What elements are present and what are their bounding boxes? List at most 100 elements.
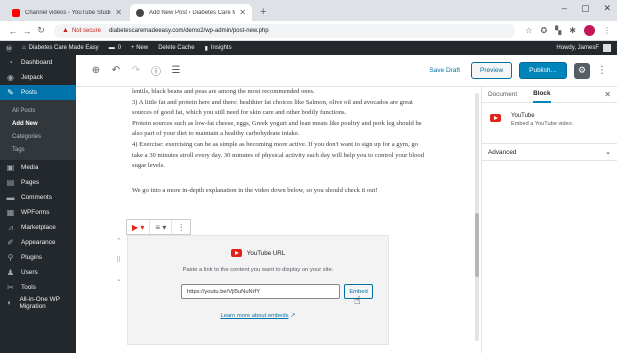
new-tab-button[interactable]: + — [254, 6, 272, 21]
sidebar-item-plugins[interactable]: ⚲ Plugins — [0, 250, 76, 265]
posts-icon: ✎ — [7, 88, 14, 97]
embed-title-label: YouTube URL — [246, 249, 286, 257]
sidebar-item-tools[interactable]: ✂ Tools — [0, 280, 76, 295]
site-name-link[interactable]: ⌂ Diabetes Care Made Easy — [22, 45, 99, 51]
undo-icon[interactable]: ↶ — [108, 63, 124, 79]
howdy-label: Howdy, JamesF — [556, 45, 599, 51]
sidebar-item-label: Users — [21, 269, 38, 276]
scrollbar-thumb[interactable] — [475, 213, 479, 277]
preview-button[interactable]: Preview — [471, 62, 513, 79]
new-content-link[interactable]: + New — [131, 45, 148, 51]
posts-submenu: All Posts Add New Categories Tags — [0, 100, 76, 160]
paragraph-block[interactable]: lentils, black beans and peas are among … — [132, 87, 428, 98]
wp-logo-icon[interactable]: Ⓦ — [6, 44, 12, 53]
extension-icon[interactable]: ✪ — [540, 26, 547, 35]
submenu-add-new[interactable]: Add New — [0, 117, 76, 130]
wp-admin-bar: Ⓦ ⌂ Diabetes Care Made Easy ▬ 0 + New De… — [0, 41, 617, 55]
comments-link[interactable]: ▬ 0 — [109, 45, 121, 51]
maximize-button[interactable]: ▢ — [581, 3, 590, 14]
comments-count: 0 — [117, 45, 122, 51]
close-window-button[interactable]: ✕ — [603, 3, 611, 14]
drag-handle-icon[interactable]: ⠿ — [116, 256, 122, 264]
paragraph-block[interactable]: We go into a more in-depth explanation i… — [132, 186, 428, 197]
editor-scrollbar[interactable] — [475, 93, 479, 341]
block-navigation-icon[interactable]: ☰ — [168, 63, 184, 79]
bar-chart-icon: ▮ — [204, 45, 208, 52]
sidebar-item-pages[interactable]: ▤ Pages — [0, 175, 76, 190]
marketplace-icon: ⩘ — [8, 222, 13, 232]
settings-gear-icon[interactable]: ⚙ — [574, 62, 590, 79]
browser-tab-youtube-studio[interactable]: Channel videos - YouTube Studio ✕ — [6, 4, 128, 21]
pages-icon: ▤ — [6, 178, 15, 187]
insights-link[interactable]: ▮ Insights — [205, 45, 232, 52]
more-options-icon[interactable]: ⋮ — [597, 65, 607, 76]
submenu-tags[interactable]: Tags — [0, 143, 76, 156]
extension-icon[interactable]: ▚ — [555, 26, 561, 35]
site-name: Diabetes Care Made Easy — [28, 45, 99, 51]
sidebar-item-label: Media — [21, 164, 39, 171]
close-icon[interactable]: ✕ — [604, 90, 611, 99]
redo-icon[interactable]: ↷ — [128, 63, 144, 79]
back-arrow-icon[interactable]: ← — [6, 26, 20, 36]
sidebar-item-users[interactable]: ♟ Users — [0, 265, 76, 280]
save-draft-button[interactable]: Save Draft — [429, 67, 460, 74]
sidebar-item-jetpack[interactable]: ◉ Jetpack — [0, 70, 76, 85]
window-controls: – ▢ ✕ — [562, 3, 611, 14]
block-mover: ⌃ ⠿ ⌄ — [116, 237, 122, 283]
sidebar-item-migration[interactable]: ◐ All-in-One WP Migration — [0, 295, 76, 310]
bookmark-star-icon[interactable]: ☆ — [525, 26, 532, 35]
sidebar-item-appearance[interactable]: ✐ Appearance — [0, 235, 76, 250]
forward-arrow-icon[interactable]: → — [20, 26, 34, 36]
sidebar-item-posts[interactable]: ✎ Posts — [0, 85, 76, 100]
sidebar-item-label: Pages — [21, 179, 40, 186]
chrome-menu-icon[interactable]: ⋮ — [603, 26, 611, 35]
move-up-icon[interactable]: ⌃ — [116, 237, 122, 245]
tab-block[interactable]: Block — [533, 87, 551, 103]
minimize-button[interactable]: – — [562, 3, 567, 14]
submenu-categories[interactable]: Categories — [0, 130, 76, 143]
close-tab-icon[interactable]: ✕ — [239, 8, 246, 17]
submenu-all-posts[interactable]: All Posts — [0, 104, 76, 117]
add-block-icon[interactable]: ⊕ — [88, 63, 104, 79]
insights-label: Insights — [210, 45, 232, 51]
users-icon: ♟ — [6, 268, 15, 277]
youtube-favicon-icon — [12, 8, 20, 17]
sidebar-item-label: Jetpack — [21, 74, 44, 81]
paragraph-block[interactable]: 4) Exercise: exercising can be as simple… — [132, 140, 428, 172]
browser-tab-add-new-post[interactable]: Add New Post ‹ Diabetes Care M ✕ — [130, 4, 252, 21]
browser-tab-strip: Channel videos - YouTube Studio ✕ Add Ne… — [0, 0, 617, 21]
youtube-block-switcher-icon[interactable]: ▶ ▾ — [127, 220, 151, 234]
reload-icon[interactable]: ↻ — [34, 25, 48, 36]
tab-document[interactable]: Document — [488, 87, 517, 103]
sidebar-item-label: Posts — [21, 89, 37, 96]
address-bar[interactable]: ▲ Not secure diabetescaremadeeasy.com/de… — [54, 23, 516, 38]
delete-cache-link[interactable]: Delete Cache — [158, 45, 194, 51]
align-icon[interactable]: ≡ ▾ — [150, 220, 173, 234]
warning-icon: ▲ — [62, 27, 69, 34]
learn-more-embeds-link[interactable]: Learn more about embeds ↗ — [128, 312, 388, 319]
sidebar-item-media[interactable]: ▣ Media — [0, 160, 76, 175]
wpforms-icon: ▦ — [6, 208, 15, 217]
embed-url-input[interactable] — [181, 284, 340, 299]
sidebar-item-label: WPForms — [21, 209, 50, 216]
comments-icon: ▬ — [6, 193, 15, 202]
sidebar-item-comments[interactable]: ▬ Comments — [0, 190, 76, 205]
block-card: YouTube Embed a YouTube video. — [482, 103, 617, 127]
publish-button[interactable]: Publish… — [519, 62, 567, 79]
sidebar-item-marketplace[interactable]: ⩘ Marketplace — [0, 220, 76, 235]
close-tab-icon[interactable]: ✕ — [115, 8, 122, 17]
paragraph-block[interactable]: Protein sources such as low-fat cheese, … — [132, 119, 428, 140]
sidebar-item-wpforms[interactable]: ▦ WPForms — [0, 205, 76, 220]
profile-avatar[interactable] — [584, 25, 595, 36]
paragraph-block[interactable]: 3) A little fat and protein here and the… — [132, 98, 428, 119]
puzzle-icon[interactable]: ✱ — [569, 26, 576, 35]
sidebar-item-dashboard[interactable]: ◔ Dashboard — [0, 55, 76, 70]
user-avatar — [603, 44, 611, 52]
my-account-link[interactable]: Howdy, JamesF — [556, 44, 611, 52]
block-more-options-icon[interactable]: ⋮ — [172, 220, 190, 234]
advanced-label: Advanced — [488, 148, 517, 156]
info-icon[interactable]: ⓘ — [148, 63, 164, 79]
editor-canvas: lentils, black beans and peas are among … — [76, 87, 481, 353]
advanced-panel-toggle[interactable]: Advanced ⌄ — [482, 143, 617, 161]
move-down-icon[interactable]: ⌄ — [116, 275, 122, 283]
